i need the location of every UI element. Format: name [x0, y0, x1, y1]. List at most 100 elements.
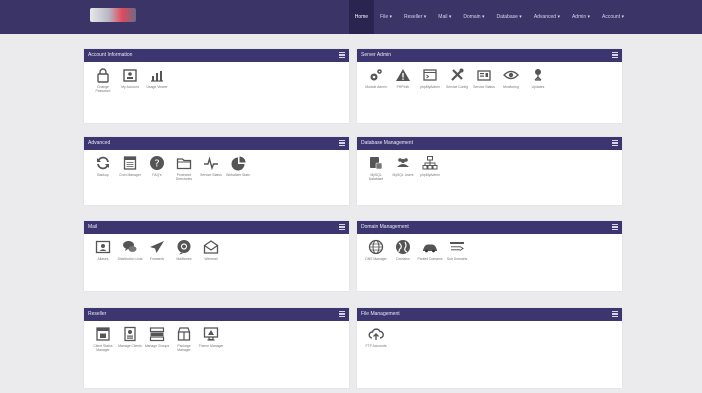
item-my-account[interactable]: My Account	[117, 67, 143, 93]
item-mailboxes[interactable]: Mailboxes	[171, 239, 197, 261]
item-theme-manager[interactable]: Theme Manager	[198, 326, 224, 352]
panel-title: File Management	[361, 311, 400, 317]
item-manage-clients[interactable]: Manage Clients	[117, 326, 143, 352]
nav-domain[interactable]: Domain ▾	[457, 0, 490, 34]
item-service-status[interactable]: Service Status	[471, 67, 497, 89]
item-sub-domains[interactable]: Sub Domains	[444, 239, 470, 261]
nav-mail[interactable]: Mail ▾	[432, 0, 457, 34]
users-icon	[397, 158, 409, 167]
item-mysql-users[interactable]: MySQL Users	[390, 155, 416, 181]
item-backup[interactable]: Backup	[90, 155, 116, 181]
item-phpmyadmin-db[interactable]: phpMyAdmin	[417, 155, 443, 181]
hamburger-icon[interactable]	[339, 140, 345, 146]
item-change-password[interactable]: Change Password	[90, 67, 116, 93]
item-webalizer-stats[interactable]: Webalizer Stats	[225, 155, 251, 181]
sync-icon	[97, 156, 109, 170]
item-label: Theme Manager	[198, 344, 224, 348]
pulse-icon	[204, 156, 218, 171]
item-client-status-manager[interactable]: Client Status Manager	[90, 326, 116, 352]
monitor-icon	[203, 327, 219, 341]
nav-admin[interactable]: Admin ▾	[566, 0, 596, 34]
item-manage-groups[interactable]: Manage Groups	[144, 326, 170, 352]
item-label: Domains	[396, 257, 410, 261]
panel-account-information: Account Information Change Password My A…	[84, 49, 349, 123]
item-label: FAQ's	[152, 173, 162, 177]
panel-reseller: Reseller Client Status Manager Manage Cl…	[84, 308, 349, 388]
panel-header: Domain Management	[357, 221, 622, 234]
bar-chart-icon	[151, 71, 163, 82]
cloud-upload-icon	[368, 328, 384, 340]
nav-advanced[interactable]: Advanced ▾	[528, 0, 566, 34]
hamburger-icon[interactable]	[612, 52, 618, 58]
nav-file[interactable]: File ▾	[374, 0, 398, 34]
send-icon	[150, 241, 164, 253]
at-sign-icon	[177, 240, 191, 255]
gears-icon	[370, 69, 382, 81]
panel-database-management: Database Management MySQL Database MySQL…	[357, 137, 622, 205]
item-module-admin[interactable]: Module Admin	[363, 67, 389, 89]
lock-icon	[97, 68, 109, 83]
item-service-config[interactable]: Service Config	[444, 67, 470, 89]
panel-header: Reseller	[84, 308, 349, 321]
nav-reseller[interactable]: Reseller ▾	[398, 0, 432, 34]
network-icon	[534, 69, 542, 81]
panel-title: Account Information	[88, 52, 133, 58]
item-forwards[interactable]: Forwards	[144, 239, 170, 261]
layers-icon	[149, 327, 165, 342]
item-label: FTP Accounts	[365, 344, 387, 348]
panel-mail: Mail Aliases Distribution Lists Forwards…	[84, 221, 349, 291]
item-label: Aliases	[97, 257, 109, 261]
item-protected-directories[interactable]: Protected Directories	[171, 155, 197, 181]
panel-title: Domain Management	[361, 224, 409, 230]
hamburger-icon[interactable]	[612, 140, 618, 146]
item-label: Service Status	[200, 173, 222, 177]
item-mysql-database[interactable]: MySQL Database	[363, 155, 389, 181]
item-cron-manager[interactable]: Cron Manager	[117, 155, 143, 181]
item-label: Module Admin	[365, 85, 387, 89]
item-label: Backup	[97, 173, 109, 177]
item-monitoring[interactable]: Monitoring	[498, 67, 524, 89]
item-label: DNS Manager	[365, 257, 387, 261]
logo[interactable]	[90, 8, 136, 22]
item-label: Webmail	[204, 257, 218, 261]
nav-database[interactable]: Database ▾	[491, 0, 528, 34]
item-service-status-adv[interactable]: Service Status	[198, 155, 224, 181]
item-dns-manager[interactable]: DNS Manager	[363, 239, 389, 261]
item-label: PHPInfo	[396, 85, 410, 89]
contact-card-icon	[95, 240, 111, 254]
hamburger-icon[interactable]	[339, 224, 345, 230]
item-distribution-lists[interactable]: Distribution Lists	[117, 239, 143, 261]
hamburger-icon[interactable]	[339, 311, 345, 317]
item-ftp-accounts[interactable]: FTP Accounts	[363, 326, 389, 348]
question-icon: ?	[150, 156, 164, 170]
item-label: Manage Clients	[118, 344, 142, 348]
item-usage-viewer[interactable]: Usage Viewer	[144, 67, 170, 93]
item-phpmyadmin[interactable]: phpMyAdmin	[417, 67, 443, 89]
id-card-icon	[123, 69, 137, 82]
envelope-icon	[203, 240, 219, 254]
panel-title: Server Admin	[361, 52, 392, 58]
folder-icon	[176, 158, 192, 170]
item-label: Distribution Lists	[117, 257, 143, 261]
item-webmail[interactable]: Webmail	[198, 239, 224, 261]
item-parked-domains[interactable]: Parked Domains	[417, 239, 443, 261]
item-label: MySQL Database	[368, 173, 384, 182]
hamburger-icon[interactable]	[339, 52, 345, 58]
item-label: Usage Viewer	[146, 85, 168, 89]
item-package-manager[interactable]: Package Manager	[171, 326, 197, 352]
item-label: Updates	[531, 85, 545, 89]
main-nav: Home File ▾ Reseller ▾ Mail ▾ Domain ▾ D…	[348, 0, 630, 34]
item-phpinfo[interactable]: PHPInfo	[390, 67, 416, 89]
nav-account[interactable]: Account ▾	[596, 0, 630, 34]
hamburger-icon[interactable]	[612, 224, 618, 230]
package-icon	[177, 327, 191, 341]
database-icon	[370, 157, 383, 170]
item-updates[interactable]: Updates	[525, 67, 551, 89]
earth-icon	[396, 240, 410, 254]
item-domains[interactable]: Domains	[390, 239, 416, 261]
item-label: Package Manager	[177, 344, 191, 353]
nav-home[interactable]: Home	[348, 0, 375, 34]
item-aliases[interactable]: Aliases	[90, 239, 116, 261]
hamburger-icon[interactable]	[612, 311, 618, 317]
item-faqs[interactable]: ? FAQ's	[144, 155, 170, 181]
